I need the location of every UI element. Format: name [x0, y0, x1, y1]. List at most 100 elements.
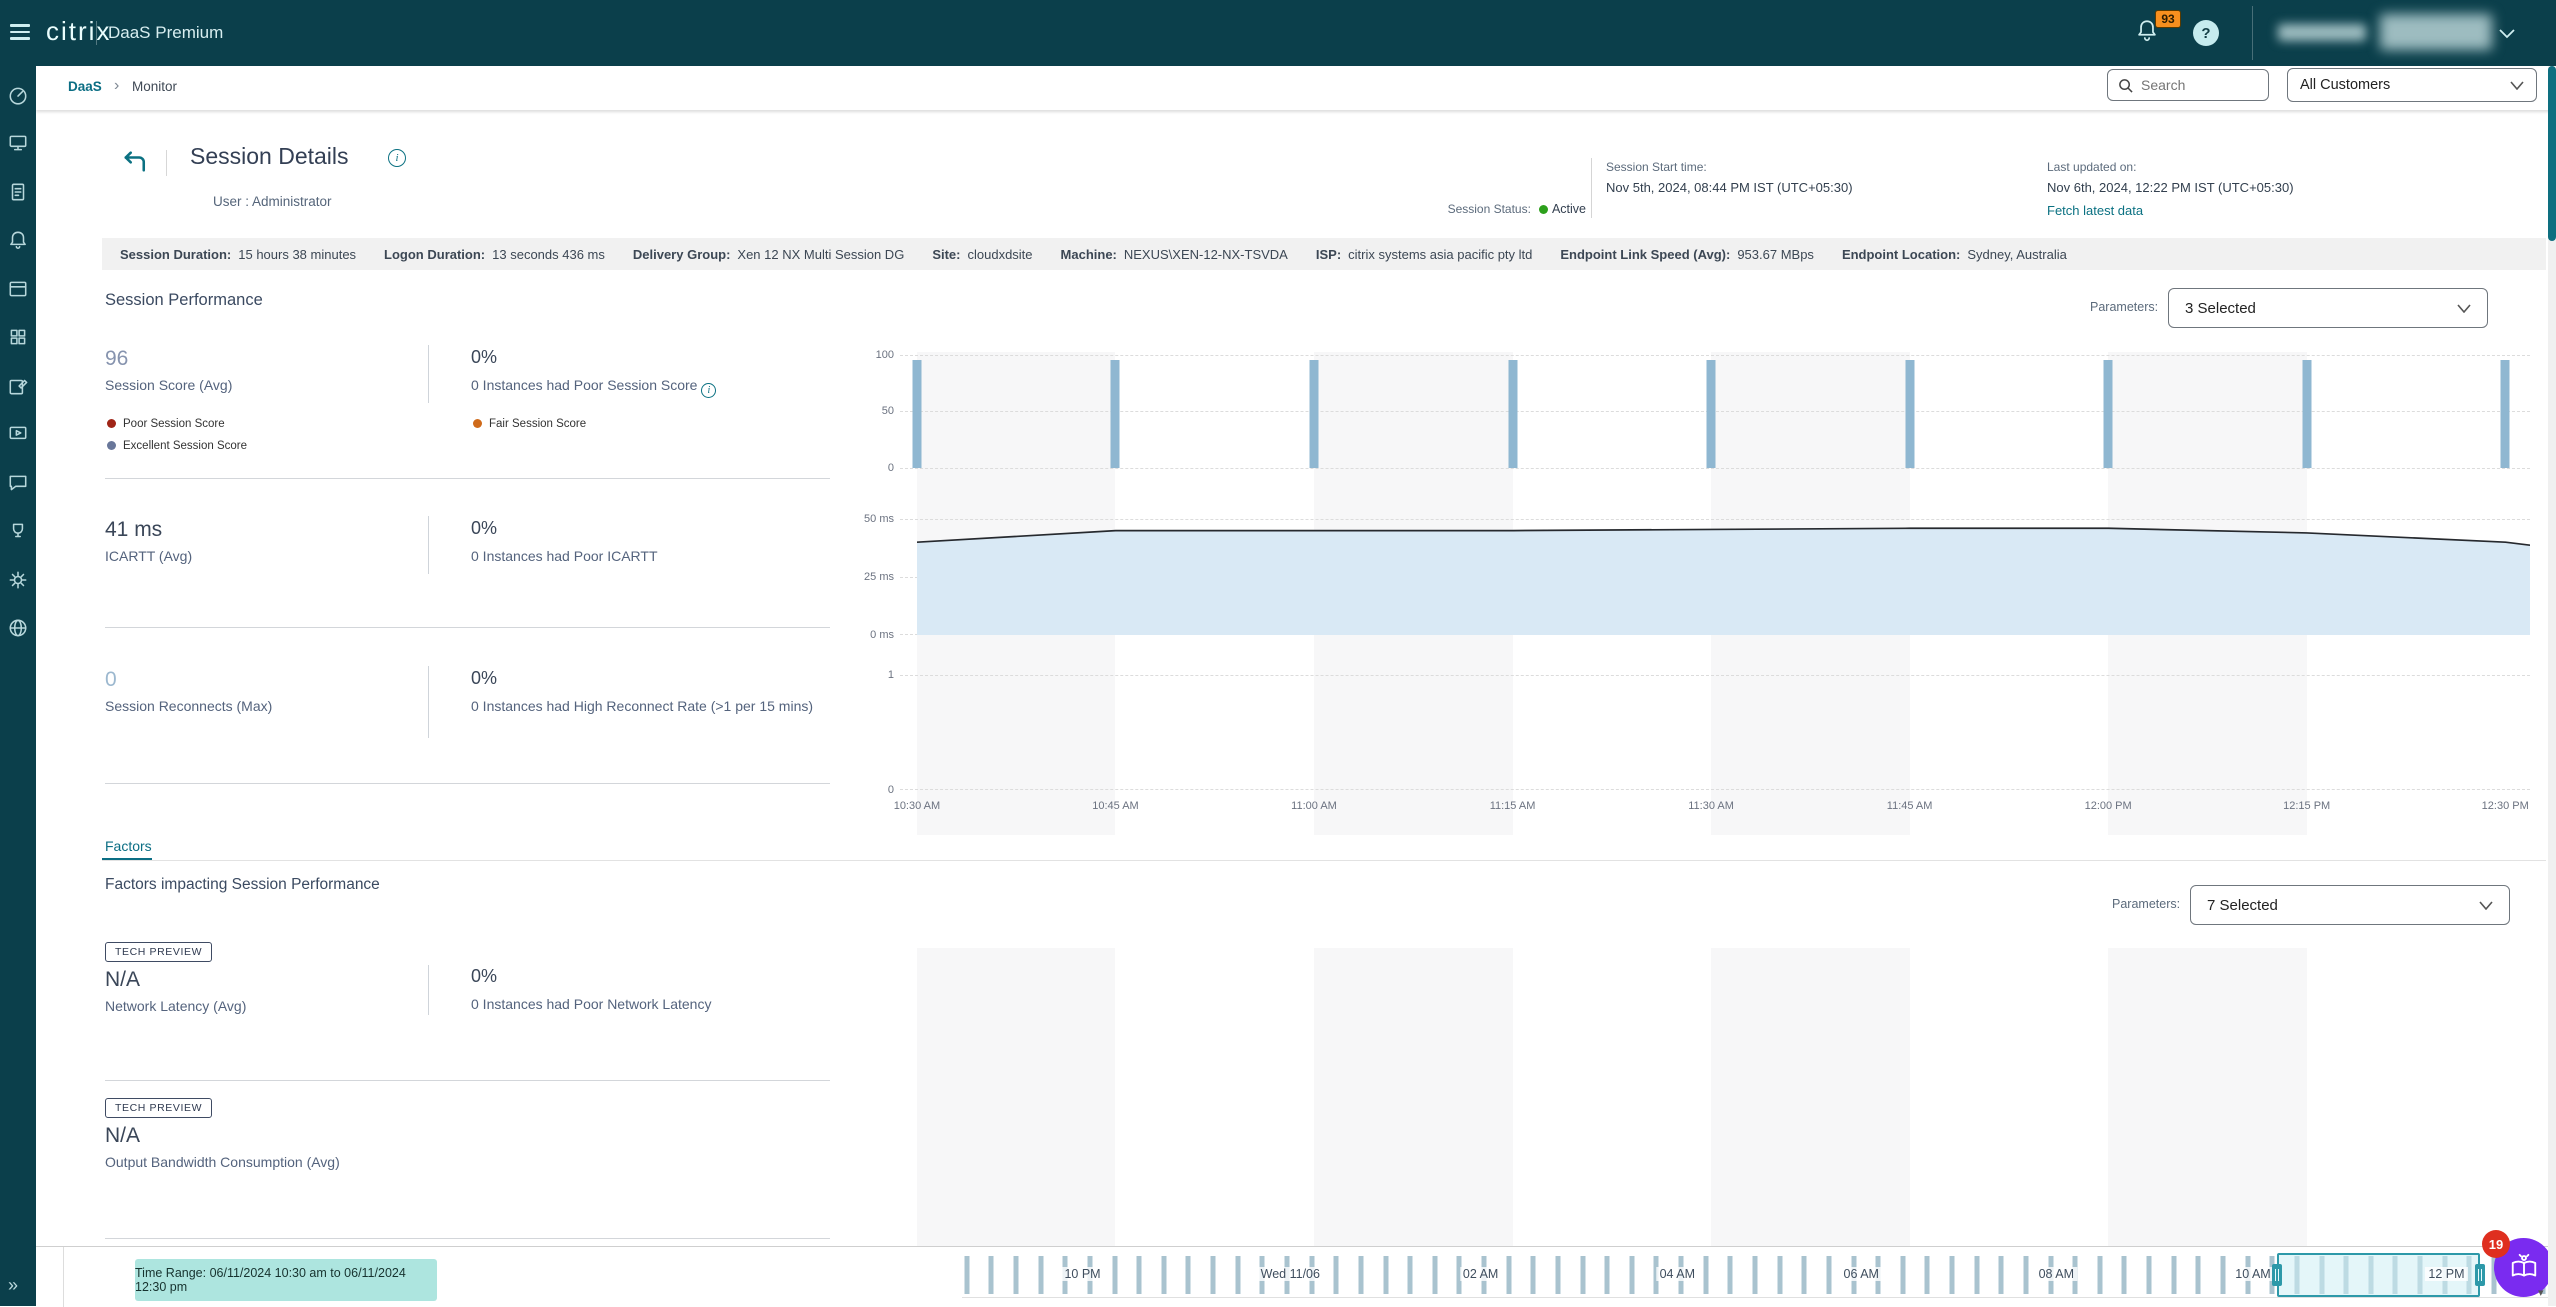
tech-preview-badge: TECH PREVIEW: [105, 1098, 212, 1118]
timeline-tick: [1235, 1256, 1240, 1294]
search-input[interactable]: [2141, 77, 2251, 93]
metric-divider: [428, 965, 429, 1015]
chart-stripe: [1910, 948, 2109, 1246]
infrastructure-grid-icon[interactable]: [7, 326, 29, 348]
timeline-label: 08 AM: [2036, 1267, 2077, 1281]
scrollbar-track[interactable]: [2548, 66, 2556, 1306]
factors-parameters-value: 7 Selected: [2207, 897, 2278, 914]
sidebar-expand-icon[interactable]: »: [8, 1275, 16, 1296]
timeline-label: 10 AM: [2232, 1267, 2273, 1281]
icartt-area-chart: [917, 515, 2530, 635]
timeline-tick: [2023, 1256, 2028, 1294]
breadcrumb-daas-link[interactable]: DaaS: [68, 79, 102, 94]
metric-separator: [105, 627, 830, 628]
time-navigator[interactable]: 10 PMWed 11/0602 AM04 AM06 AM08 AM10 AM1…: [962, 1252, 2548, 1298]
session-performance-chart: 100 50 0 50 ms 25 ms 0 ms 1 0 10:30 AM10…: [900, 352, 2530, 835]
factors-parameters-dropdown[interactable]: 7 Selected: [2190, 885, 2510, 925]
network-globe-icon[interactable]: [7, 617, 29, 639]
customer-filter-select[interactable]: All Customers: [2287, 68, 2537, 102]
timeline-tick: [1999, 1256, 2004, 1294]
selection-left-handle[interactable]: [2272, 1264, 2282, 1286]
applications-window-icon[interactable]: [7, 278, 29, 300]
status-active-dot: [1539, 205, 1548, 214]
session-status-value: Active: [1552, 202, 1586, 216]
sessions-play-icon[interactable]: [7, 423, 29, 445]
info-label: Delivery Group:: [633, 247, 731, 262]
reconnects-pct: 0%: [471, 668, 497, 689]
score-bar: [2302, 360, 2311, 468]
info-value: NEXUS\XEN-12-NX-TSVDA: [1124, 247, 1288, 262]
hamburger-menu-icon[interactable]: [10, 24, 30, 42]
support-chat-icon[interactable]: [7, 472, 29, 494]
selection-right-handle[interactable]: [2475, 1264, 2485, 1286]
session-info-bar: Session Duration:15 hours 38 minutes Log…: [102, 238, 2546, 270]
reconnects-label: Session Reconnects (Max): [105, 698, 272, 714]
timeline-tick: [1950, 1256, 1955, 1294]
info-label: ISP:: [1316, 247, 1341, 262]
timeline-tick: [1432, 1256, 1437, 1294]
achievements-trophy-icon[interactable]: [7, 520, 29, 542]
start-time-label: Session Start time:: [1606, 160, 1853, 174]
legend-excellent: Excellent Session Score: [107, 440, 247, 452]
reconnects-value: 0: [105, 668, 117, 692]
configuration-edit-icon[interactable]: [7, 375, 29, 397]
legend-fair: Fair Session Score: [473, 418, 586, 430]
timeline-tick: [1038, 1256, 1043, 1294]
parameters-label: Parameters:: [2112, 897, 2180, 911]
chevron-down-icon: [2479, 901, 2493, 910]
x-axis-label: 12:15 PM: [2283, 800, 2330, 812]
customer-filter-value: All Customers: [2300, 77, 2390, 93]
session-details-info-icon[interactable]: i: [388, 149, 406, 167]
metric-separator: [105, 783, 830, 784]
monitor-desktops-icon[interactable]: [7, 132, 29, 154]
x-axis-label: 12:00 PM: [2085, 800, 2132, 812]
timeline-tick: [1137, 1256, 1142, 1294]
score-bar: [912, 360, 921, 468]
product-name: DaaS Premium: [108, 23, 223, 43]
search-box[interactable]: [2107, 69, 2269, 101]
help-icon[interactable]: ?: [2193, 20, 2219, 46]
info-label: Site:: [932, 247, 960, 262]
timeline-tick: [1925, 1256, 1930, 1294]
account-chevron-down-icon[interactable]: [2498, 26, 2516, 44]
timeline-tick: [1974, 1256, 1979, 1294]
info-value: Xen 12 NX Multi Session DG: [737, 247, 904, 262]
x-axis-label: 10:30 AM: [894, 800, 940, 812]
factors-chart-area: [900, 948, 2530, 1246]
settings-gear-icon[interactable]: [7, 569, 29, 591]
metric-separator: [105, 1238, 830, 1239]
timeline-tick: [1826, 1256, 1831, 1294]
x-axis-label: 12:30 PM: [2482, 800, 2529, 812]
fetch-latest-data-link[interactable]: Fetch latest data: [2047, 203, 2294, 218]
timeline-tick: [1802, 1256, 1807, 1294]
y-tick: 0 ms: [850, 627, 894, 643]
performance-parameters-dropdown[interactable]: 3 Selected: [2168, 288, 2488, 328]
timeline-tick: [1531, 1256, 1536, 1294]
session-user: User : Administrator: [213, 194, 332, 209]
dashboard-gauge-icon[interactable]: [7, 84, 29, 106]
citrix-logo: citrix: [46, 16, 111, 47]
latency-label: Network Latency (Avg): [105, 998, 246, 1014]
timeline-tick: [1777, 1256, 1782, 1294]
section-title-performance: Session Performance: [105, 291, 263, 310]
back-button[interactable]: [120, 150, 148, 179]
last-updated-value: Nov 6th, 2024, 12:22 PM IST (UTC+05:30): [2047, 180, 2294, 195]
info-label: Endpoint Link Speed (Avg):: [1560, 247, 1730, 262]
poor-score-info-icon[interactable]: i: [701, 383, 716, 398]
parameters-label: Parameters:: [2090, 300, 2158, 314]
reconnects-pct-label: 0 Instances had High Reconnect Rate (>1 …: [471, 698, 841, 715]
left-nav-rail: »: [0, 66, 36, 1306]
title-divider: [166, 150, 167, 176]
y-tick: 1: [850, 667, 894, 683]
tech-preview-badge: TECH PREVIEW: [105, 942, 212, 962]
breadcrumb-separator: ›: [114, 77, 119, 95]
timeline-tick: [1900, 1256, 1905, 1294]
last-updated-label: Last updated on:: [2047, 160, 2294, 174]
tab-factors[interactable]: Factors: [105, 838, 152, 854]
alerts-bell-icon[interactable]: [7, 229, 29, 251]
reconnects-panel: [900, 675, 2530, 790]
reports-clipboard-icon[interactable]: [7, 181, 29, 203]
metric-divider: [428, 516, 429, 574]
metric-separator: [105, 478, 830, 479]
scrollbar-thumb[interactable]: [2548, 66, 2556, 241]
